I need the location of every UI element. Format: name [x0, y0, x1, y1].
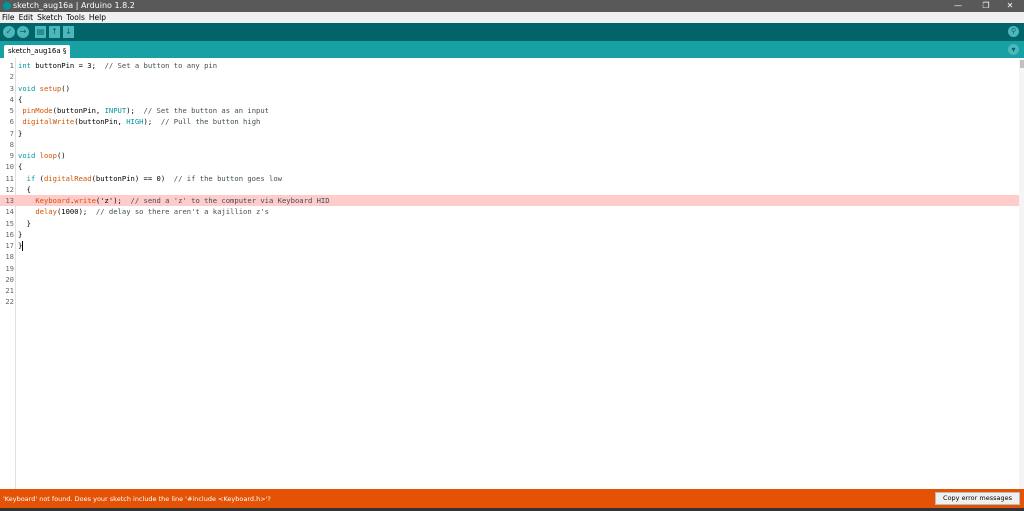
new-sketch-button[interactable]: ▤	[35, 26, 46, 38]
error-message: 'Keyboard' not found. Does your sketch i…	[3, 495, 271, 503]
line-number: 6	[9, 117, 14, 127]
code-line[interactable]: 3 void setup()	[0, 83, 1019, 94]
code-line[interactable]: 10 {	[0, 161, 1019, 172]
line-number: 7	[9, 128, 14, 138]
line-number: 14	[5, 207, 14, 217]
save-button[interactable]: ↓	[63, 26, 74, 38]
code-line[interactable]: 14 delay(1000); // delay so there aren't…	[0, 206, 1019, 217]
code-editor[interactable]: 1 int buttonPin = 3; // Set a button to a…	[0, 58, 1024, 489]
line-code: digitalWrite(buttonPin, HIGH); // Pull t…	[22, 117, 261, 127]
upload-button[interactable]: →	[17, 26, 29, 38]
menu-tools[interactable]: Tools	[64, 12, 86, 23]
scrollbar-thumb[interactable]	[1020, 60, 1024, 68]
tab-menu-button[interactable]: ▾	[1008, 44, 1019, 55]
code-line[interactable]: 6 digitalWrite(buttonPin, HIGH); // Pull…	[0, 116, 1019, 127]
line-number: 22	[5, 297, 14, 307]
line-number: 16	[5, 229, 14, 239]
code-line[interactable]: 20	[0, 274, 1019, 285]
line-number: 11	[5, 173, 14, 183]
line-number: 15	[5, 218, 14, 228]
vertical-scrollbar[interactable]	[1019, 58, 1024, 489]
close-button[interactable]: ✕	[1000, 0, 1020, 12]
line-number: 2	[9, 72, 14, 82]
line-code: }	[18, 241, 24, 251]
line-code: }	[18, 218, 31, 228]
line-code: {	[18, 184, 31, 194]
code-line[interactable]: 17}	[0, 240, 1019, 251]
line-code: delay(1000); // delay so there aren't a …	[35, 207, 269, 217]
line-number: 8	[9, 139, 14, 149]
verify-button[interactable]: ✓	[3, 26, 15, 38]
code-line[interactable]: 4{	[0, 94, 1019, 105]
code-line[interactable]: 5 pinMode(buttonPin, INPUT); // Set the …	[0, 105, 1019, 116]
code-line[interactable]: 1 int buttonPin = 3; // Set a button to a…	[0, 60, 1019, 71]
code-line[interactable]: 12 {	[0, 184, 1019, 195]
code-line[interactable]: 21	[0, 285, 1019, 296]
line-code: }	[18, 229, 23, 239]
code-line[interactable]: 7}	[0, 128, 1019, 139]
window-title: sketch_aug16a | Arduino 1.8.2	[13, 1, 135, 10]
serial-monitor-button[interactable]: ⚲	[1008, 26, 1019, 37]
code-line[interactable]: 22	[0, 296, 1019, 307]
line-number: 9	[9, 151, 14, 160]
tab-sketch[interactable]: sketch_aug16a §	[4, 45, 71, 58]
code-line-error[interactable]: 13 Keyboard.write('z'); // send a 'z' to…	[0, 195, 1019, 207]
tab-bar: sketch_aug16a § ▾	[0, 41, 1024, 58]
code-line[interactable]: 16}	[0, 229, 1019, 240]
copy-error-messages-button[interactable]: Copy error messages	[935, 492, 1020, 505]
title-bar: sketch_aug16a | Arduino 1.8.2 — ❐ ✕	[0, 0, 1024, 12]
line-number: 20	[5, 274, 14, 284]
maximize-button[interactable]: ❐	[976, 0, 996, 12]
open-button[interactable]: ↑	[49, 26, 60, 38]
line-number: 3	[9, 83, 14, 93]
code-line[interactable]: 19	[0, 263, 1019, 274]
line-code: pinMode(buttonPin, INPUT); // Set the bu…	[22, 106, 270, 115]
line-number: 4	[9, 94, 14, 104]
line-number: 12	[5, 184, 14, 194]
code-line[interactable]: 9 void loop()	[0, 150, 1019, 161]
line-code: }	[18, 128, 23, 138]
code-line[interactable]: 15 }	[0, 218, 1019, 229]
line-number: 1	[9, 61, 14, 70]
line-code: if (digitalRead(buttonPin) == 0) // if t…	[26, 173, 282, 183]
line-code: void loop()	[18, 151, 66, 160]
line-number: 18	[5, 252, 14, 262]
toolbar: ✓ → ▤ ↑ ↓ ⚲	[0, 23, 1024, 41]
code-line[interactable]: 8	[0, 139, 1019, 150]
line-number: 21	[5, 286, 14, 295]
menu-bar: File Edit Sketch Tools Help	[0, 12, 1024, 23]
text-caret	[22, 241, 24, 251]
line-number: 10	[5, 162, 14, 172]
code-line[interactable]: 2	[0, 71, 1019, 82]
line-code: int buttonPin = 3; // Set a button to an…	[18, 61, 218, 70]
line-code: {	[18, 94, 23, 104]
menu-file[interactable]: File	[0, 12, 17, 23]
line-code: Keyboard.write('z'); // send a 'z' to th…	[35, 196, 330, 205]
minimize-button[interactable]: —	[948, 0, 968, 12]
menu-sketch[interactable]: Sketch	[35, 12, 64, 23]
line-number: 13	[5, 196, 14, 205]
code-line[interactable]: 18	[0, 251, 1019, 262]
line-code: {	[18, 162, 23, 172]
menu-edit[interactable]: Edit	[17, 12, 36, 23]
line-code: void setup()	[18, 83, 70, 93]
line-number: 5	[9, 106, 14, 115]
menu-help[interactable]: Help	[87, 12, 108, 23]
arduino-logo-icon	[3, 2, 11, 10]
line-number: 19	[5, 263, 14, 273]
line-number: 17	[5, 241, 14, 250]
code-line[interactable]: 11 if (digitalRead(buttonPin) == 0) // i…	[0, 173, 1019, 184]
